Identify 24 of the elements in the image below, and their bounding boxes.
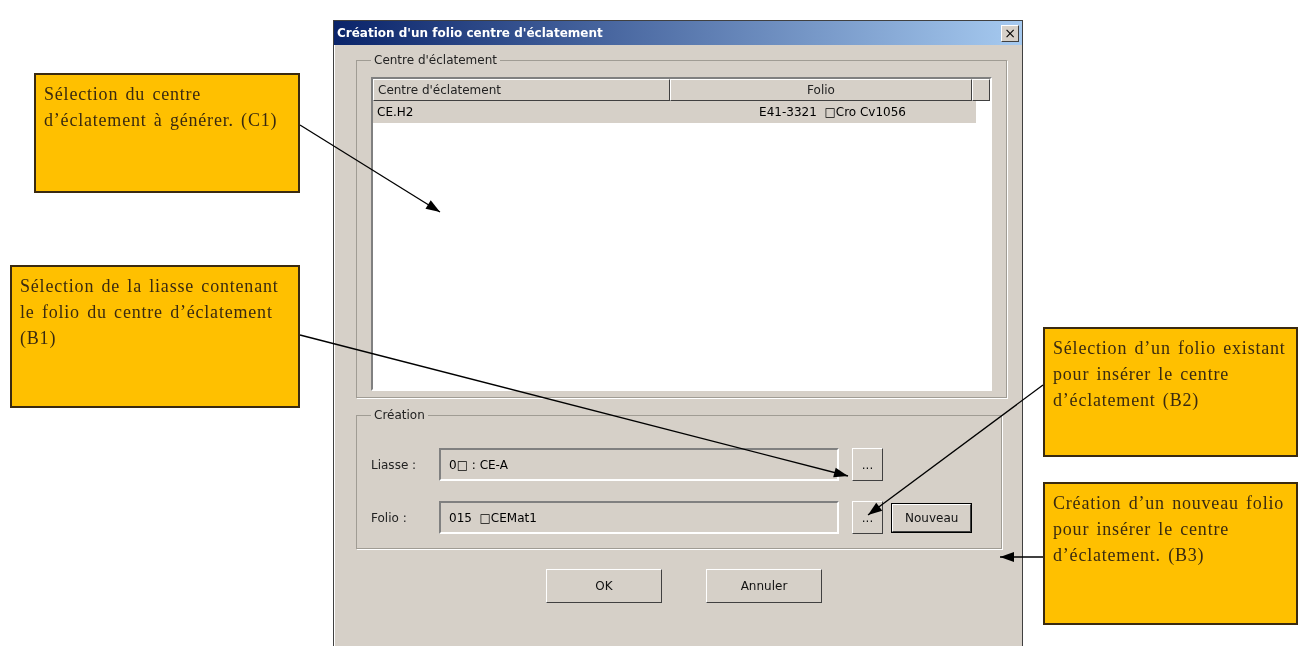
group-label: Centre d'éclatement [373,53,498,67]
column-header[interactable]: Centre d'éclatement [373,79,670,101]
dialog-button[interactable]: OK [546,569,662,603]
callout-note: Sélection de la liasse contenant le folio du centre d’éclatement (B1) [10,265,300,408]
arrow [999,552,1044,562]
field-label: Folio : [371,510,408,525]
callout-note: Sélection du centre d’éclatement à générer. (C1) [34,73,300,193]
window-title: Création d'un folio centre d'éclatement [337,26,603,40]
browse-button[interactable]: ... [852,448,883,481]
field-label: Liasse : [371,457,418,472]
browse-button[interactable]: ... [852,501,883,534]
callout-note: Création d’un nouveau folio pour insérer le centre d’éclatement. (B3) [1043,482,1298,625]
input-field[interactable]: 0□ : CE-A [439,448,839,481]
column-header[interactable]: Folio [670,79,972,101]
group-label: Création [373,408,426,422]
close-button[interactable]: × [1001,24,1019,42]
column-header[interactable] [972,79,990,101]
dialog-button[interactable]: Annuler [706,569,822,603]
list-cell-text: E41-3321 □Cro Cv1056 [758,105,907,119]
callout-note: Sélection d’un folio existant pour insérer le centre d’éclatement (B2) [1043,327,1298,457]
list-cell-text: CE.H2 [376,105,415,119]
new-button[interactable]: Nouveau [892,503,972,532]
list-row[interactable]: CE.H2 E41-3321 □Cro Cv1056 [373,101,976,123]
input-field[interactable]: 015 □CEMat1 [439,501,839,534]
